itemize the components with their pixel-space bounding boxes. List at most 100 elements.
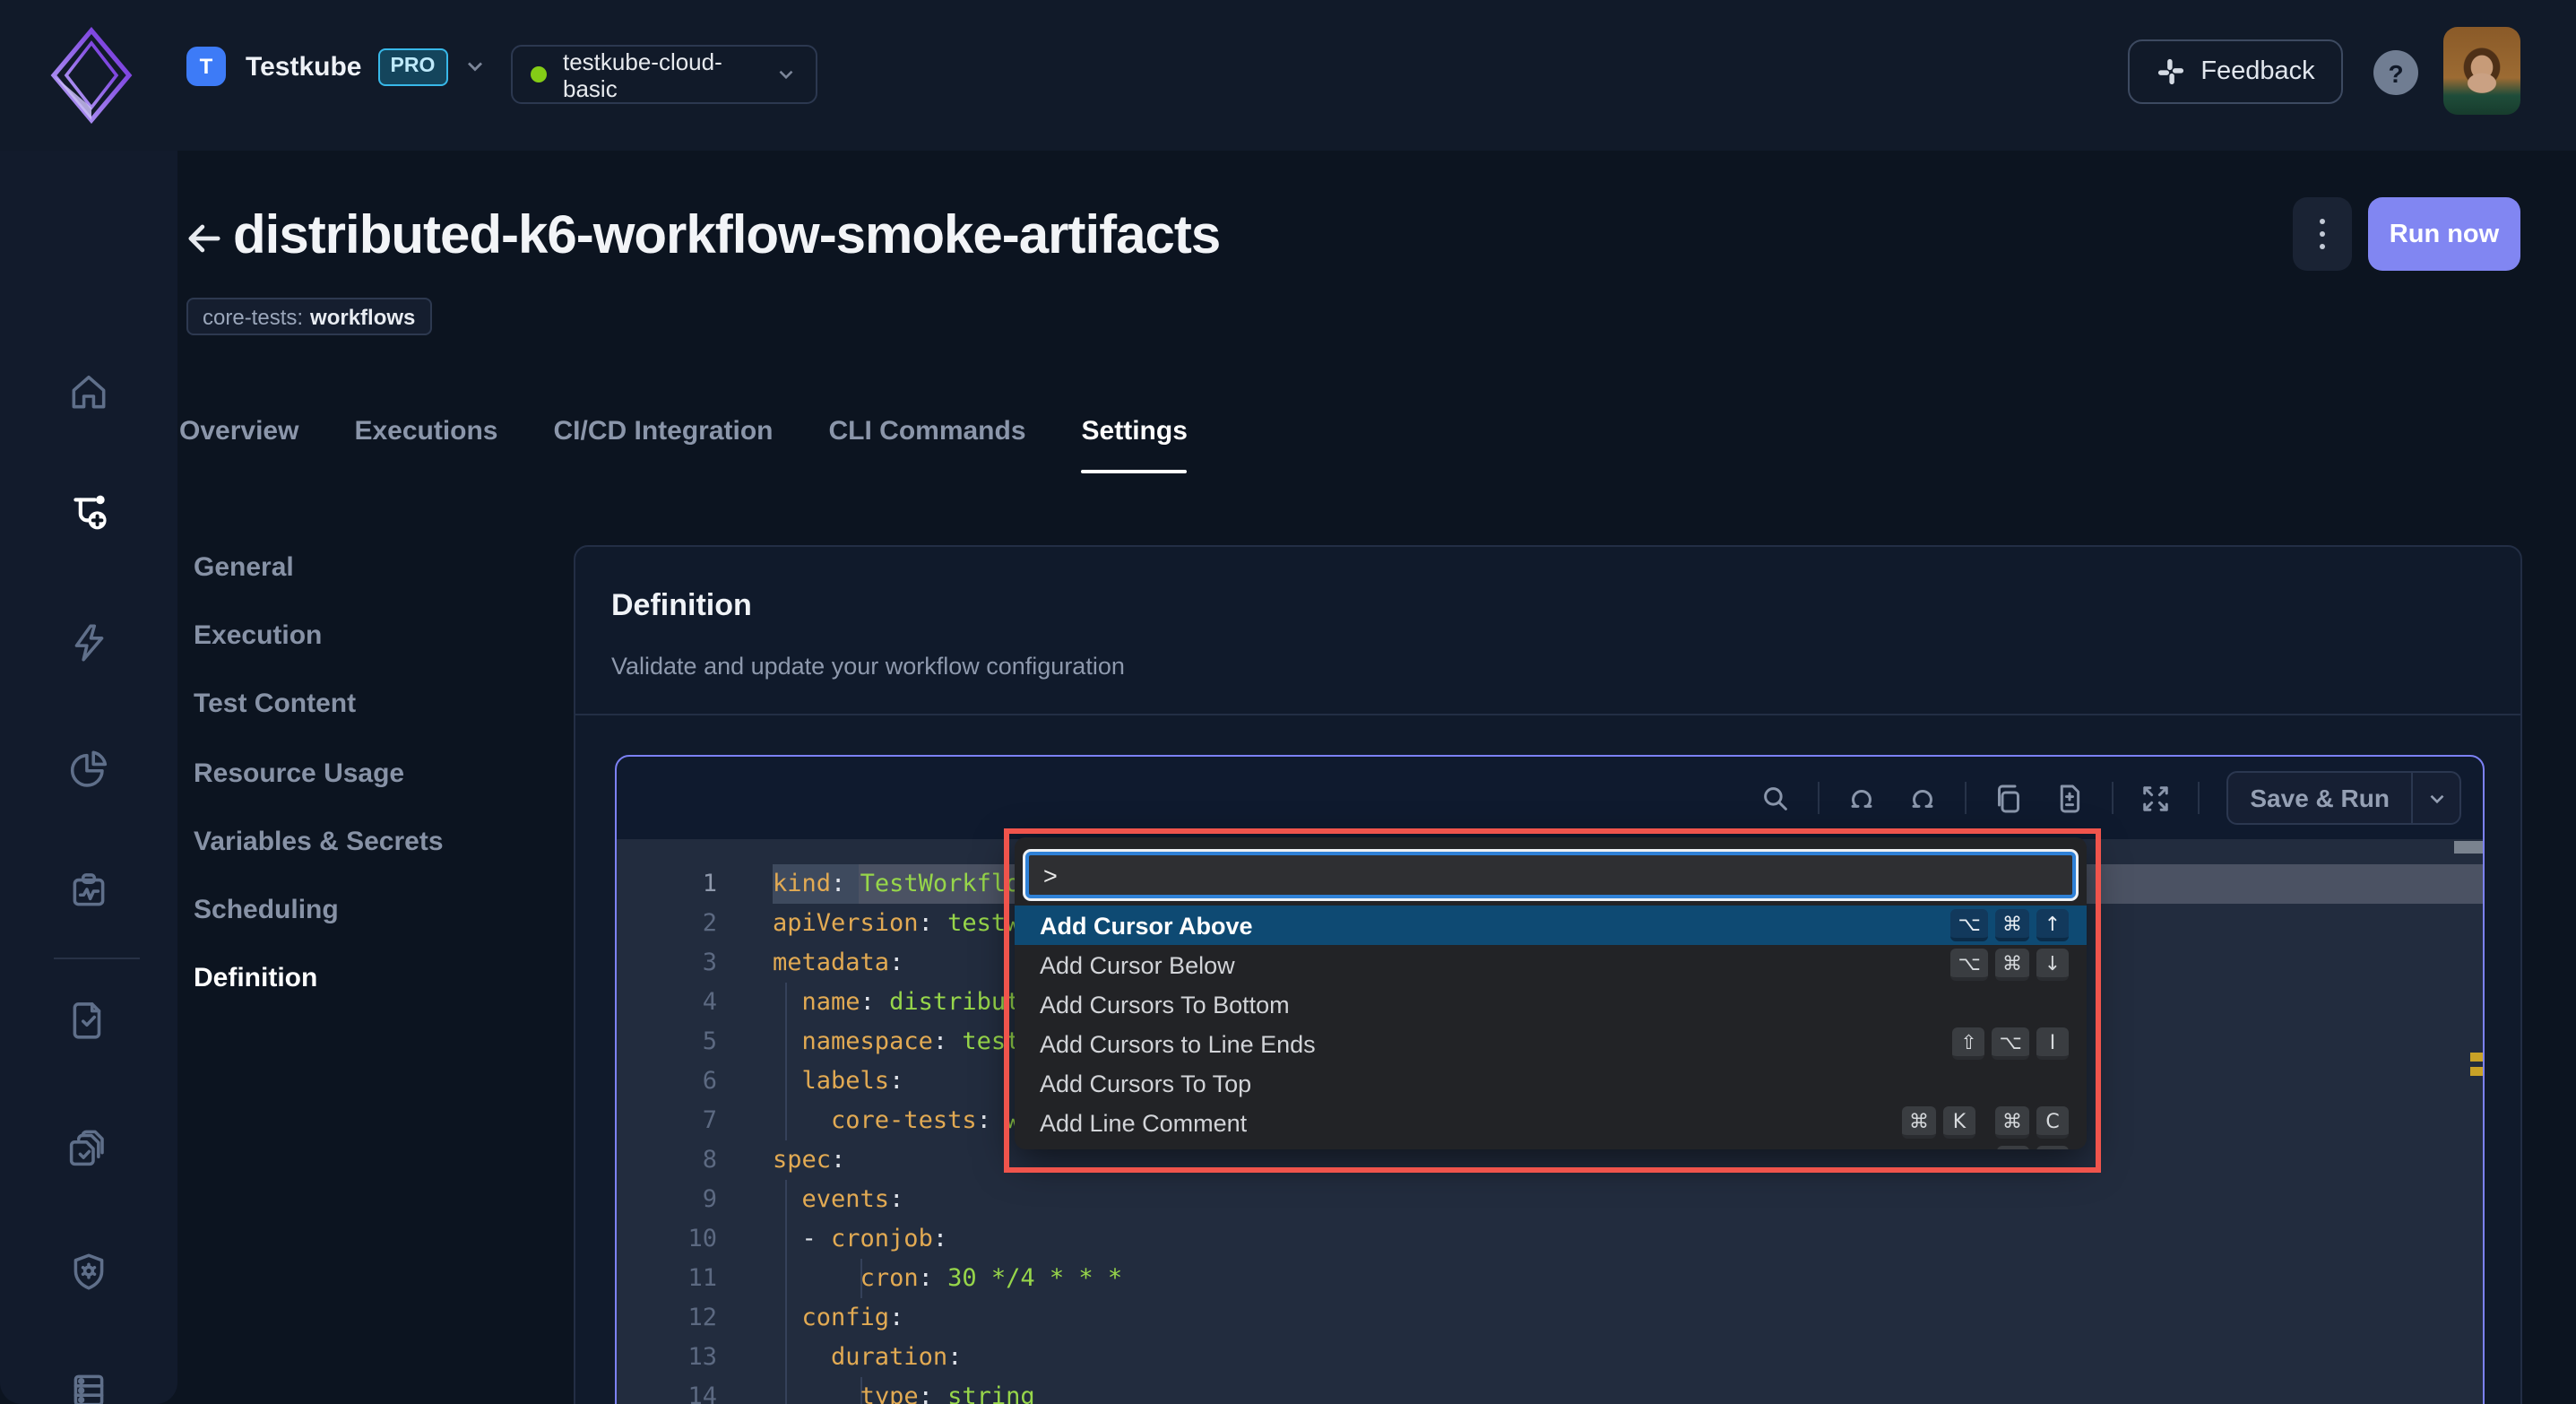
line-number: 12 [687,1304,717,1332]
keybinding-key: ↑ [2036,909,2069,941]
diff-doc-icon[interactable] [2051,779,2088,817]
environment-selector[interactable]: testkube-cloud-basic [511,45,817,104]
line-number: 7 [702,1106,717,1135]
code-line[interactable]: 14 type: string [617,1377,2483,1404]
command-palette-list: Add Cursor Above ⌥ ⌘ ↑ Add Cursor Below ⌥ ⌘ ↓ Ad… [1015,906,2087,1149]
settings-nav-definition[interactable]: Definition [194,945,534,1014]
sidebar-item-lightning[interactable] [0,599,177,685]
code-line[interactable]: 12 config: [617,1298,2483,1338]
back-button[interactable] [181,215,228,262]
keybinding-key [2036,1146,2069,1149]
chevron-down-icon[interactable] [2411,773,2459,823]
keybinding-key: ⌘ [1995,949,2029,981]
monitor-icon [66,867,111,912]
run-now-button[interactable]: Run now [2368,197,2520,271]
more-actions-button[interactable] [2293,197,2352,271]
badge-key: core-tests: [203,304,304,329]
code-line[interactable]: 13 duration: [617,1338,2483,1377]
sidebar-item-workflow-add[interactable] [0,468,177,554]
line-number: 9 [702,1185,717,1214]
settings-nav-variables-secrets[interactable]: Variables & Secrets [194,807,534,876]
tab-executions[interactable]: Executions [354,409,497,452]
sidebar-item-home[interactable] [0,348,177,434]
code-line[interactable]: 9 events: [617,1180,2483,1219]
keybinding-key: ⌥ [1950,909,1988,941]
line-content: cron: 30 */4 * * * [860,1264,1123,1293]
expand-icon[interactable] [2137,779,2174,817]
code-line[interactable]: 11 cron: 30 */4 * * * [617,1259,2483,1298]
settings-nav-execution[interactable]: Execution [194,602,534,671]
line-number: 4 [702,988,717,1017]
line-content: type: string [860,1382,1035,1404]
settings-nav: General Execution Test Content Resource Usa… [194,533,534,1013]
home-icon [66,368,111,413]
keybinding-key: ⌘ [1995,909,2029,941]
line-number: 13 [687,1343,717,1372]
sidebar-item-server[interactable] [0,1347,177,1404]
save-and-run-label: Save & Run [2250,784,2390,812]
user-avatar[interactable] [2443,27,2520,115]
toolbar-separator [2198,782,2200,814]
undo-icon[interactable] [1843,779,1880,817]
sidebar-item-monitor[interactable] [0,846,177,932]
redo-icon[interactable] [1904,779,1941,817]
keybinding-key: C [2036,1106,2069,1139]
search-icon[interactable] [1757,779,1794,817]
palette-item-clipped[interactable] [1015,1142,2087,1149]
settings-nav-resource-usage[interactable]: Resource Usage [194,739,534,808]
palette-item-add-cursor-above[interactable]: Add Cursor Above ⌥ ⌘ ↑ [1015,906,2087,945]
feedback-button[interactable]: Feedback [2128,39,2343,104]
copy-icon[interactable] [1990,779,2027,817]
line-number: 8 [702,1146,717,1174]
save-and-run-button[interactable]: Save & Run [2226,771,2461,825]
settings-nav-test-content[interactable]: Test Content [194,670,534,739]
sidebar-item-file-check[interactable] [0,975,177,1062]
page-tabs: Overview Executions CI/CD Integration CLI C… [179,409,1189,473]
tab-ci-cd-integration[interactable]: CI/CD Integration [554,409,774,452]
palette-item-label: Add Line Comment [1040,1109,1248,1136]
settings-nav-scheduling[interactable]: Scheduling [194,876,534,945]
sidebar-item-files-stack[interactable] [0,1103,177,1189]
line-content: config: [801,1304,904,1332]
card-divider [575,714,2520,715]
toolbar-separator [1965,782,1967,814]
shield-gear-icon [66,1249,111,1294]
lightning-icon [66,620,111,664]
keybinding-key: ↓ [2036,949,2069,981]
command-palette: Add Cursor Above⌥⌘↑Add Cursor Below⌥⌘↓Ad… [1015,837,2087,1149]
line-content: - cronjob: [773,1225,948,1253]
palette-item-add-cursors-to-top[interactable]: Add Cursors To Top [1015,1063,2087,1103]
palette-item-add-line-comment[interactable]: Add Line Comment ⌘ K ⌘ C [1015,1103,2087,1142]
org-switcher[interactable]: T Testkube PRO [186,47,487,86]
command-palette-input[interactable] [1025,852,2076,898]
workflow-add-icon [66,489,111,533]
tab-settings[interactable]: Settings [1081,409,1189,473]
editor-scrollbar[interactable] [2454,841,2483,854]
keybinding-key: ⌘ [1995,1106,2029,1139]
plan-badge: PRO [377,48,448,85]
help-button[interactable]: ? [2373,50,2418,95]
palette-item-add-cursor-below[interactable]: Add Cursor Below ⌥ ⌘ ↓ [1015,945,2087,984]
line-content: duration: [831,1343,963,1372]
pie-chart-icon [66,745,111,790]
line-number: 3 [702,949,717,977]
toolbar-separator [1818,782,1820,814]
palette-item-add-cursors-to-bottom[interactable]: Add Cursors To Bottom [1015,984,2087,1024]
slack-icon [2156,57,2184,86]
card-subtitle: Validate and update your workflow config… [611,653,1125,680]
line-number: 14 [687,1382,717,1404]
label-badge: core-tests: workflows [186,298,432,335]
settings-nav-general[interactable]: General [194,533,534,602]
org-avatar: T [186,47,226,86]
palette-item-add-cursors-to-line-ends[interactable]: Add Cursors to Line Ends ⇧ ⌥ I [1015,1024,2087,1063]
sidebar-item-shield-gear[interactable] [0,1228,177,1314]
tab-cli-commands[interactable]: CLI Commands [829,409,1026,452]
code-line[interactable]: 10 - cronjob: [617,1219,2483,1259]
card-title: Definition [611,588,752,622]
keybinding-key: ⌥ [1950,949,1988,981]
sidebar-item-pie-chart[interactable] [0,724,177,810]
chevron-down-icon [774,63,798,86]
testkube-logo-icon[interactable] [50,26,133,125]
line-number: 1 [702,870,717,898]
tab-overview[interactable]: Overview [179,409,298,452]
